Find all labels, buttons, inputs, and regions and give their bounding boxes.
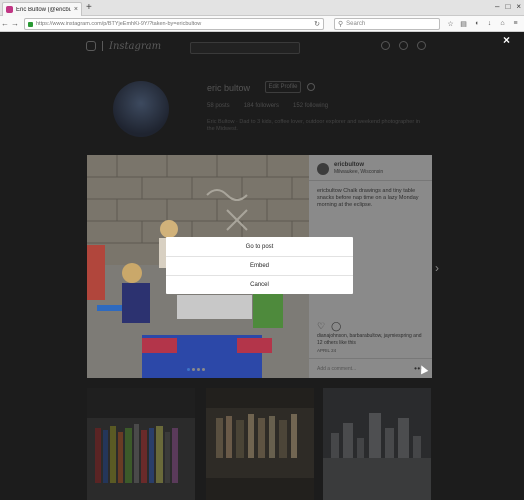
grid-post-graphic (206, 388, 314, 500)
menu-icon[interactable]: ≡ (511, 19, 520, 28)
maximize-button[interactable]: □ (505, 1, 510, 13)
browser-tab[interactable]: Eric Bultow (@ericbultow) • Ins × (2, 2, 82, 16)
browser-search-input[interactable]: ⚲ Search (334, 18, 440, 30)
profile-name: eric bultow (207, 83, 251, 93)
instagram-camera-icon[interactable] (86, 41, 96, 51)
comment-input[interactable]: Add a comment... (317, 366, 356, 372)
home-icon[interactable]: ⌂ (498, 19, 507, 28)
screen: Eric Bultow (@ericbultow) • Ins × + – □ … (0, 0, 524, 500)
post-divider (309, 180, 432, 181)
comment-icon[interactable]: ◯ (331, 322, 341, 331)
post-caption: ericbultow Chalk drawings and tiny table… (317, 188, 419, 208)
window-close-button[interactable]: × (516, 1, 521, 13)
heart-icon[interactable]: ♡ (317, 322, 325, 331)
profile-stats: 58 posts 184 followers 152 following (207, 103, 328, 109)
edit-profile-button[interactable]: Edit Profile (265, 81, 301, 93)
carousel-dot (187, 368, 190, 371)
reload-icon[interactable]: ↻ (314, 20, 320, 28)
window-controls: – □ × (495, 1, 521, 13)
instagram-logo[interactable]: Instagram (109, 41, 161, 52)
profile-bio: Eric Bultow · Dad to 3 kids, coffee love… (207, 119, 420, 132)
carousel-dot (202, 368, 205, 371)
following-count[interactable]: 152 following (293, 103, 328, 109)
grid-post-graphic (87, 388, 195, 500)
close-icon[interactable]: × (503, 34, 510, 46)
search-icon: ⚲ (338, 21, 344, 28)
post-location[interactable]: Milwaukee, Wisconsin (334, 169, 383, 175)
browser-navbar: ← → https://www.instagram.com/p/BTYjeEmh… (0, 16, 524, 32)
posts-count: 58 posts (207, 103, 230, 109)
action-sheet: Go to post Embed Cancel (166, 237, 353, 294)
forward-button[interactable]: → (10, 19, 20, 28)
instagram-nav-icons (381, 41, 426, 50)
profile-icon[interactable] (417, 41, 426, 50)
cancel-button[interactable]: Cancel (166, 275, 353, 294)
profile-avatar[interactable] (113, 81, 169, 137)
url-bar[interactable]: https://www.instagram.com/p/BTYjeEmhKi-9… (24, 18, 324, 30)
new-tab-button[interactable]: + (86, 2, 92, 14)
back-button[interactable]: ← (0, 19, 10, 28)
explore-icon[interactable] (381, 41, 390, 50)
browser-toolbar-icons: ☆ ▤ ◖ ↓ ⌂ ≡ (446, 19, 520, 28)
reader-icon[interactable]: ▤ (459, 19, 468, 28)
instagram-search-input[interactable] (190, 42, 300, 54)
grid-post-graphic (323, 388, 431, 500)
minimize-button[interactable]: – (495, 1, 499, 13)
lock-icon (28, 21, 33, 27)
comment-row: Add a comment... ••• (309, 358, 432, 378)
heart-icon[interactable] (399, 41, 408, 50)
carousel-dot (197, 368, 200, 371)
followers-count[interactable]: 184 followers (244, 103, 279, 109)
grid-post[interactable] (87, 388, 195, 500)
go-to-post-button[interactable]: Go to post (166, 237, 353, 256)
carousel-dots (187, 368, 205, 371)
post-author-username[interactable]: ericbultow (334, 162, 364, 168)
grid-post[interactable] (206, 388, 314, 500)
url-text: https://www.instagram.com/p/BTYjeEmhKi-9… (36, 21, 202, 27)
post-date: APRIL 24 (317, 348, 337, 353)
post-likes: dianajohnson, barbarabultow, jaymiesprin… (317, 333, 422, 346)
header-divider (102, 41, 103, 51)
browser-tabbar: Eric Bultow (@ericbultow) • Ins × + – □ … (0, 0, 524, 16)
instagram-favicon-icon (6, 6, 13, 13)
carousel-dot (192, 368, 195, 371)
search-placeholder: Search (346, 21, 366, 27)
post-actions: ♡ ◯ (317, 322, 341, 331)
download-icon[interactable]: ↓ (485, 19, 494, 28)
post-author-avatar[interactable] (317, 163, 329, 175)
pocket-icon[interactable]: ◖ (472, 19, 481, 28)
embed-button[interactable]: Embed (166, 256, 353, 275)
tab-close-icon[interactable]: × (74, 6, 78, 13)
next-post-arrow-icon[interactable]: › (435, 261, 439, 275)
tab-title: Eric Bultow (@ericbultow) • Ins (16, 6, 71, 13)
star-icon[interactable]: ☆ (446, 19, 455, 28)
gear-icon[interactable] (307, 83, 315, 91)
grid-post[interactable] (323, 388, 431, 500)
